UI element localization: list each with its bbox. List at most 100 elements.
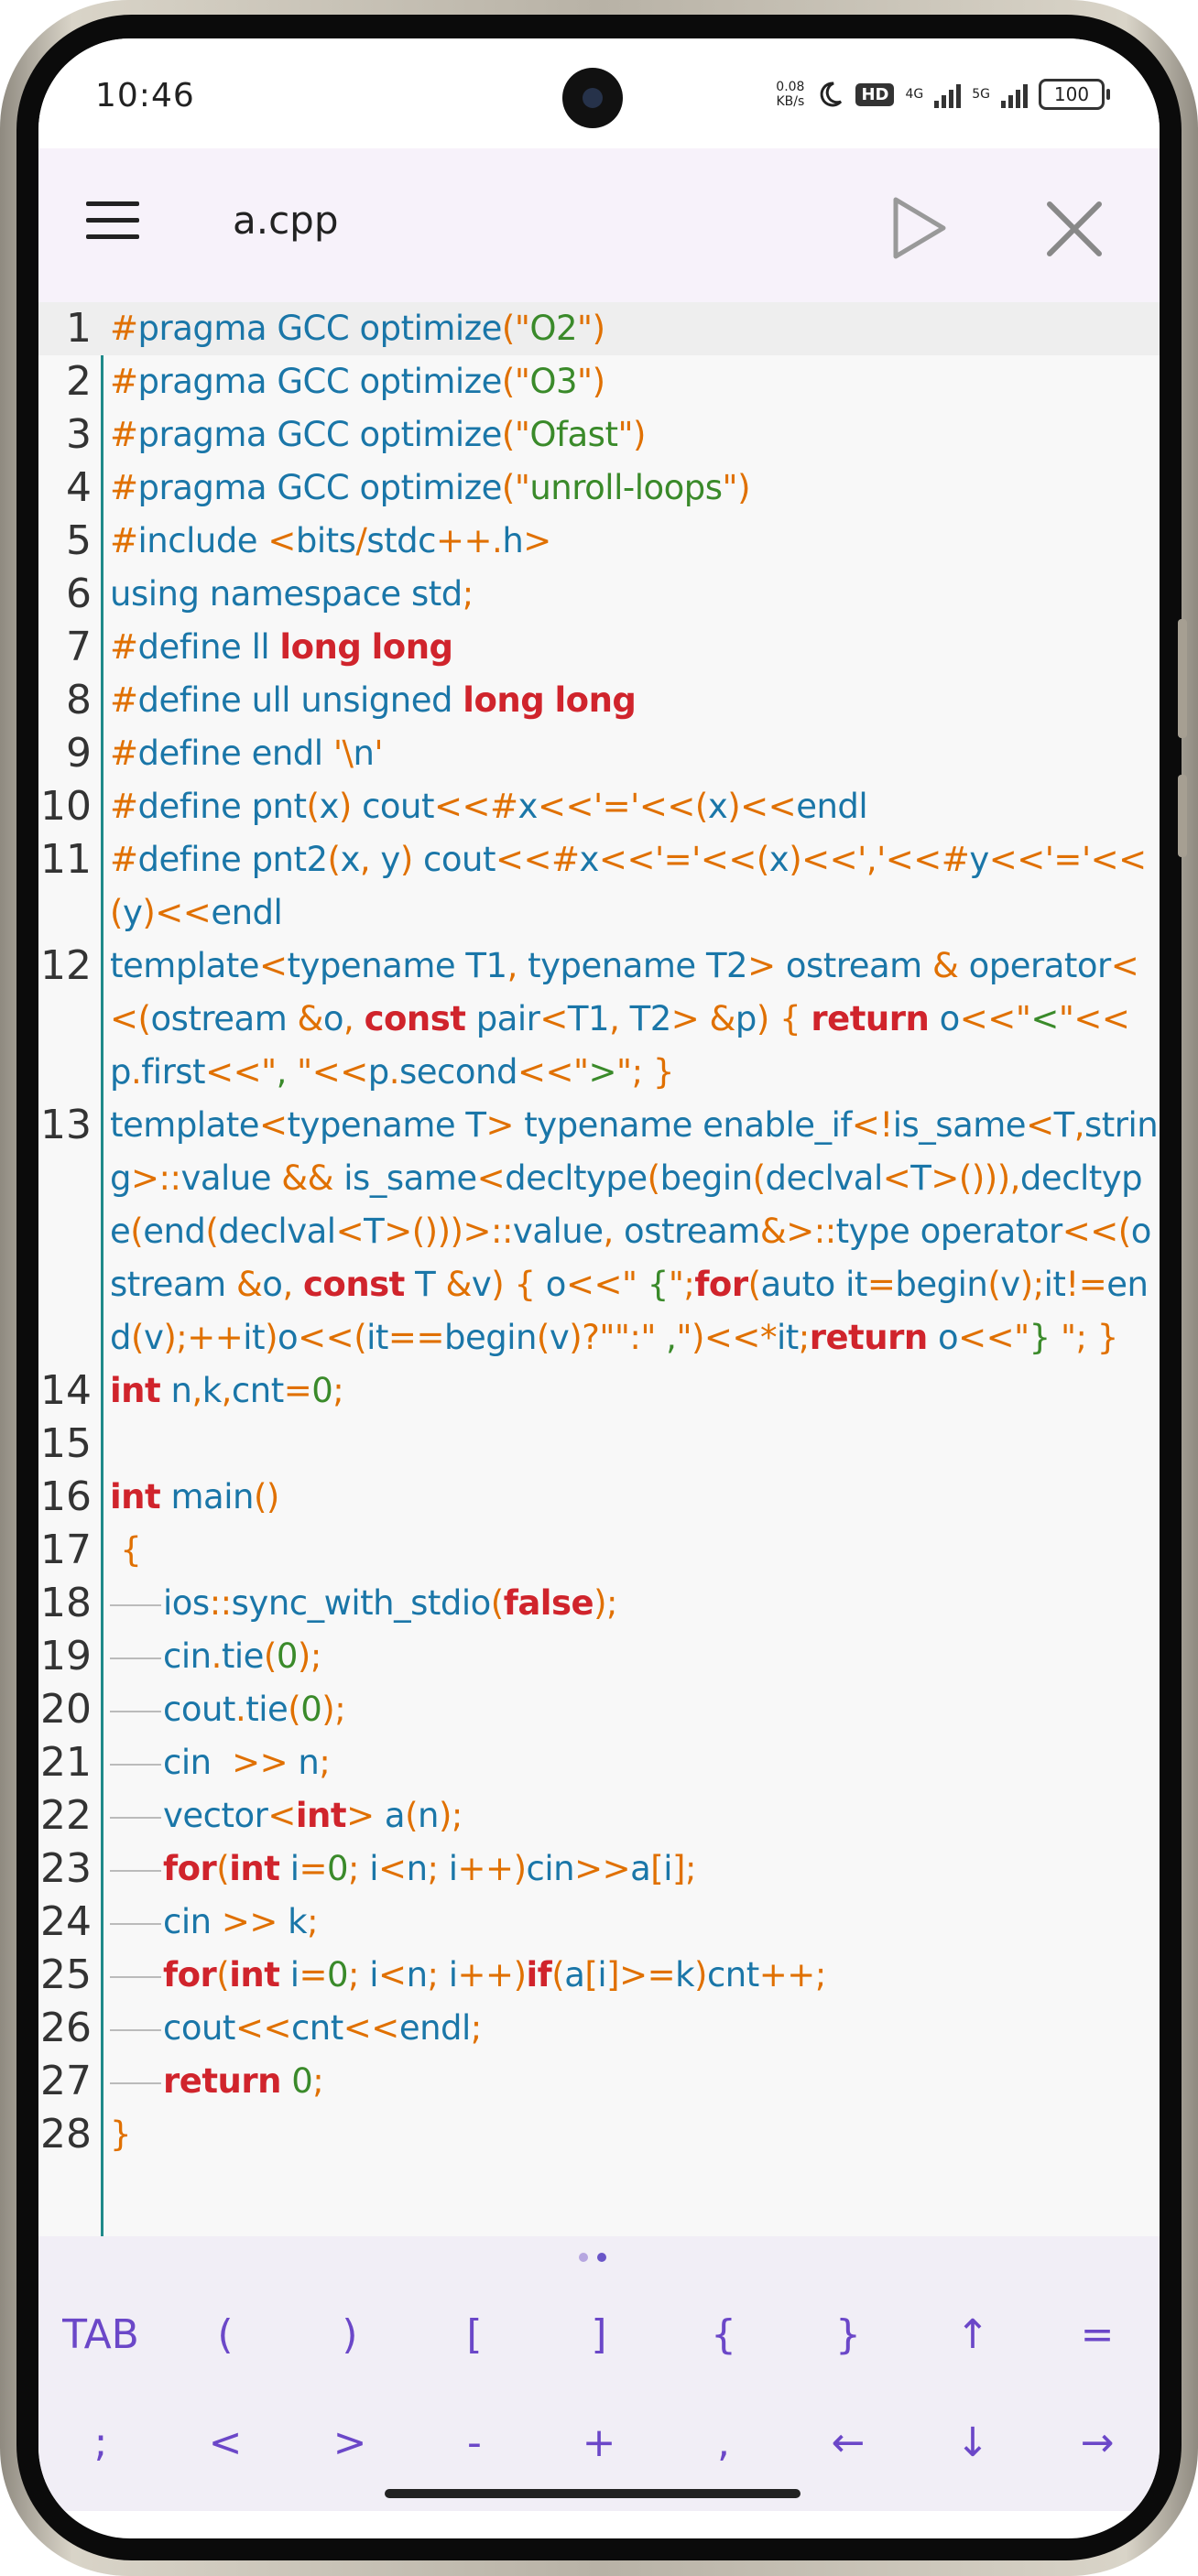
code-line[interactable]: 19 cin.tie(0); bbox=[38, 1630, 1160, 1683]
indent-guide bbox=[110, 1922, 161, 1925]
symbol-key[interactable]: , bbox=[661, 2419, 786, 2466]
code-editor[interactable]: 1 #pragma GCC optimize("O2") 2 #pragma GCC … bbox=[38, 302, 1160, 2236]
code-text[interactable]: #define endl '\n' bbox=[101, 727, 1160, 780]
code-line[interactable]: 9 #define endl '\n' bbox=[38, 727, 1160, 780]
code-line[interactable]: 11 #define pnt2(x, y) cout<<#x<<'='<<(x)<… bbox=[38, 833, 1160, 940]
code-text[interactable]: int main() bbox=[101, 1471, 1160, 1524]
symbol-key[interactable]: ; bbox=[38, 2419, 163, 2466]
code-text[interactable]: #pragma GCC optimize("unroll-loops") bbox=[101, 462, 1160, 515]
code-line[interactable]: 16 int main() bbox=[38, 1471, 1160, 1524]
code-line[interactable]: 25 for(int i=0; i<n; i++)if(a[i]>=k)cnt++… bbox=[38, 1949, 1160, 2002]
indent-guide bbox=[110, 1603, 161, 1606]
line-number: 20 bbox=[40, 1686, 92, 1733]
code-line[interactable]: 1 #pragma GCC optimize("O2") bbox=[38, 302, 1160, 355]
network-type-1: 4G bbox=[905, 87, 924, 102]
code-text[interactable]: for(int i=0; i<n; i++)if(a[i]>=k)cnt++; bbox=[101, 1949, 1160, 2002]
indent-guide bbox=[110, 1710, 161, 1712]
code-text[interactable]: #pragma GCC optimize("O2") bbox=[101, 302, 1160, 355]
code-text[interactable]: { bbox=[101, 1524, 1160, 1577]
code-text[interactable]: template<typename T> typename enable_if<… bbox=[101, 1099, 1160, 1364]
line-number: 23 bbox=[40, 1845, 92, 1892]
code-text[interactable]: #include <bits/stdc++.h> bbox=[101, 515, 1160, 568]
symbol-key[interactable]: ↑ bbox=[910, 2311, 1035, 2358]
code-line[interactable]: 13 template<typename T> typename enable_i… bbox=[38, 1099, 1160, 1364]
symbol-key[interactable]: > bbox=[288, 2419, 412, 2466]
code-text[interactable]: cout<<cnt<<endl; bbox=[101, 2002, 1160, 2055]
screen: 10:46 0.08 KB/s HD 4G 5G 100 a.cpp 1 #pr… bbox=[38, 38, 1160, 2538]
code-line[interactable]: 2 #pragma GCC optimize("O3") bbox=[38, 355, 1160, 408]
code-line[interactable]: 22 vector<int> a(n); bbox=[38, 1789, 1160, 1842]
front-camera bbox=[562, 68, 623, 128]
symbol-row-2: ; < > - +, ← ↓ → bbox=[38, 2419, 1160, 2466]
code-text[interactable]: cin.tie(0); bbox=[101, 1630, 1160, 1683]
symbol-key[interactable]: + bbox=[537, 2419, 661, 2466]
code-text[interactable]: cin >> k; bbox=[101, 1896, 1160, 1949]
indent-guide bbox=[110, 2028, 161, 2031]
code-text[interactable]: #define ull unsigned long long bbox=[101, 674, 1160, 727]
code-text[interactable]: cout.tie(0); bbox=[101, 1683, 1160, 1736]
home-indicator[interactable] bbox=[385, 2489, 800, 2498]
code-line[interactable]: 12 template<typename T1, typename T2> ost… bbox=[38, 940, 1160, 1099]
code-text[interactable]: #define pnt2(x, y) cout<<#x<<'='<<(x)<<'… bbox=[101, 833, 1160, 940]
code-text[interactable]: #define pnt(x) cout<<#x<<'='<<(x)<<endl bbox=[101, 780, 1160, 833]
symbol-key[interactable]: - bbox=[412, 2419, 537, 2466]
play-icon[interactable] bbox=[890, 196, 949, 260]
symbol-key[interactable]: ] bbox=[537, 2311, 661, 2358]
code-text[interactable]: template<typename T1, typename T2> ostre… bbox=[101, 940, 1160, 1099]
battery-icon: 100 bbox=[1039, 79, 1110, 110]
symbol-key[interactable]: } bbox=[786, 2311, 910, 2358]
signal-icon bbox=[934, 81, 962, 108]
code-line[interactable]: 17 { bbox=[38, 1524, 1160, 1577]
code-line[interactable]: 14 int n,k,cnt=0; bbox=[38, 1364, 1160, 1418]
code-text[interactable] bbox=[101, 1418, 1160, 1471]
code-text[interactable]: using namespace std; bbox=[101, 568, 1160, 621]
code-line[interactable]: 23 for(int i=0; i<n; i++)cin>>a[i]; bbox=[38, 1842, 1160, 1896]
line-number: 17 bbox=[40, 1527, 92, 1573]
line-number: 25 bbox=[40, 1951, 92, 1998]
code-text[interactable]: vector<int> a(n); bbox=[101, 1789, 1160, 1842]
code-line[interactable]: 7 #define ll long long bbox=[38, 621, 1160, 674]
line-number: 15 bbox=[40, 1420, 92, 1467]
code-text[interactable]: return 0; bbox=[101, 2055, 1160, 2108]
symbol-key[interactable]: ( bbox=[163, 2311, 288, 2358]
line-number: 11 bbox=[40, 836, 92, 883]
code-text[interactable]: for(int i=0; i<n; i++)cin>>a[i]; bbox=[101, 1842, 1160, 1896]
line-number: 13 bbox=[40, 1102, 92, 1148]
code-line[interactable]: 21 cin >> n; bbox=[38, 1736, 1160, 1789]
code-line[interactable]: 18 ios::sync_with_stdio(false); bbox=[38, 1577, 1160, 1630]
code-line[interactable]: 20 cout.tie(0); bbox=[38, 1683, 1160, 1736]
symbol-key[interactable]: TAB bbox=[38, 2311, 163, 2358]
code-line[interactable]: 10 #define pnt(x) cout<<#x<<'='<<(x)<<end… bbox=[38, 780, 1160, 833]
symbol-key[interactable]: ↓ bbox=[910, 2419, 1035, 2466]
code-line[interactable]: 24 cin >> k; bbox=[38, 1896, 1160, 1949]
symbol-key[interactable]: < bbox=[163, 2419, 288, 2466]
menu-icon[interactable] bbox=[86, 201, 139, 240]
code-text[interactable]: #define ll long long bbox=[101, 621, 1160, 674]
symbol-key[interactable]: = bbox=[1035, 2311, 1160, 2358]
code-line[interactable]: 28} bbox=[38, 2108, 1160, 2161]
code-line[interactable]: 8 #define ull unsigned long long bbox=[38, 674, 1160, 727]
code-line[interactable]: 15 bbox=[38, 1418, 1160, 1471]
app-bar: a.cpp bbox=[38, 148, 1160, 302]
line-number: 12 bbox=[40, 942, 92, 989]
line-number: 8 bbox=[66, 677, 92, 723]
close-icon[interactable] bbox=[1044, 199, 1105, 259]
code-line[interactable]: 5 #include <bits/stdc++.h> bbox=[38, 515, 1160, 568]
symbol-key[interactable]: { bbox=[661, 2311, 786, 2358]
symbol-key[interactable]: → bbox=[1035, 2419, 1160, 2466]
code-line[interactable]: 6 using namespace std; bbox=[38, 568, 1160, 621]
symbol-key[interactable]: ) bbox=[288, 2311, 412, 2358]
symbol-key[interactable]: ← bbox=[786, 2419, 910, 2466]
code-text[interactable]: ios::sync_with_stdio(false); bbox=[101, 1577, 1160, 1630]
code-text[interactable]: #pragma GCC optimize("Ofast") bbox=[101, 408, 1160, 462]
status-time: 10:46 bbox=[95, 77, 195, 114]
code-line[interactable]: 3 #pragma GCC optimize("Ofast") bbox=[38, 408, 1160, 462]
code-line[interactable]: 26 cout<<cnt<<endl; bbox=[38, 2002, 1160, 2055]
code-text[interactable]: cin >> n; bbox=[101, 1736, 1160, 1789]
code-text[interactable]: } bbox=[101, 2108, 1160, 2161]
symbol-key[interactable]: [ bbox=[412, 2311, 537, 2358]
code-text[interactable]: #pragma GCC optimize("O3") bbox=[101, 355, 1160, 408]
code-line[interactable]: 4 #pragma GCC optimize("unroll-loops") bbox=[38, 462, 1160, 515]
code-text[interactable]: int n,k,cnt=0; bbox=[101, 1364, 1160, 1418]
code-line[interactable]: 27 return 0; bbox=[38, 2055, 1160, 2108]
